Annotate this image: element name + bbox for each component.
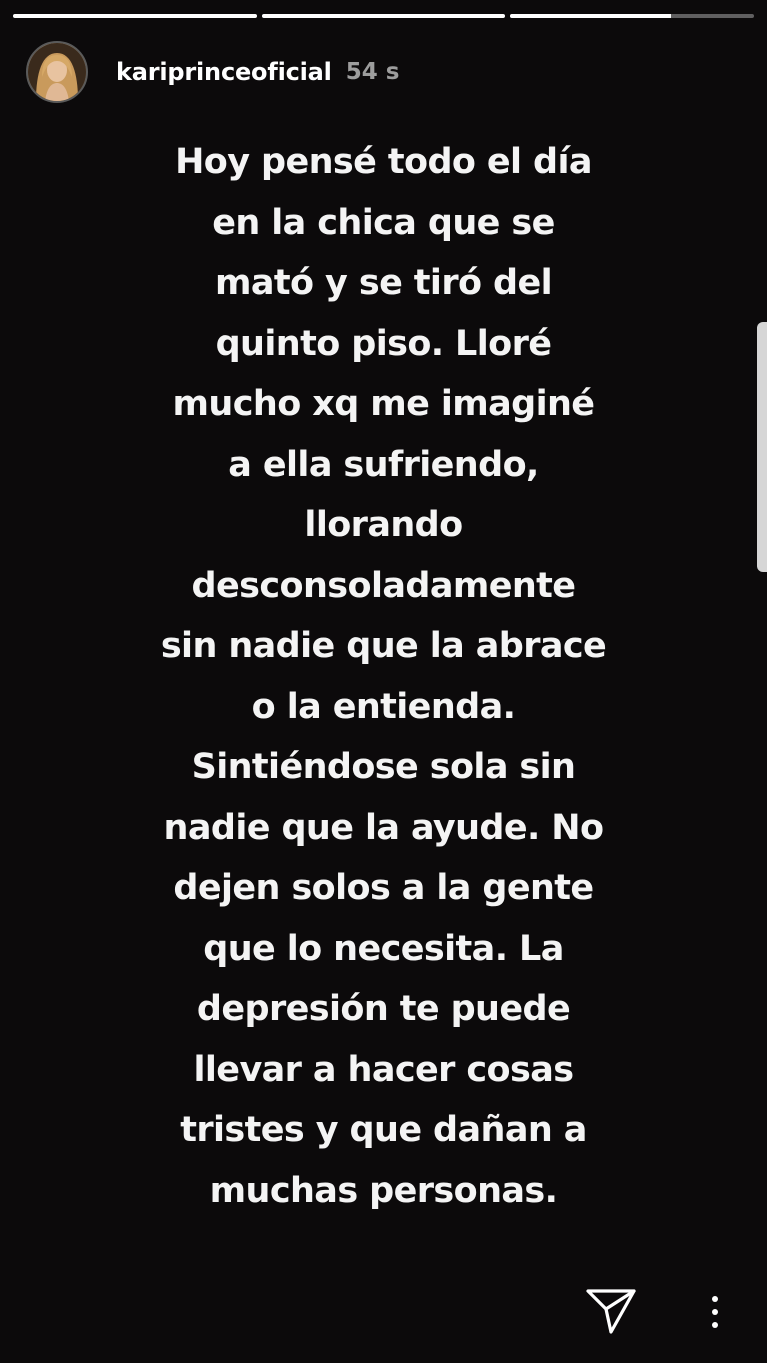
progress-fill-3: [510, 14, 672, 18]
progress-segment-3: [510, 14, 755, 18]
side-panel-handle[interactable]: [757, 322, 767, 572]
more-vertical-icon-dot: [712, 1309, 718, 1315]
send-button[interactable]: [585, 1287, 637, 1335]
progress-fill-1: [13, 14, 257, 18]
story-text: Hoy pensé todo el día en la chica que se…: [160, 142, 607, 1211]
progress-segment-1: [13, 14, 257, 18]
story-header: kariprinceoficial 54 s: [26, 40, 399, 104]
paper-plane-icon: [586, 1289, 636, 1334]
username[interactable]: kariprinceoficial: [116, 58, 332, 86]
progress-fill-2: [261, 14, 506, 18]
more-vertical-icon-dot: [712, 1322, 718, 1328]
story-timestamp: 54 s: [345, 59, 400, 85]
avatar-image: [28, 43, 86, 101]
avatar[interactable]: [26, 41, 88, 103]
more-vertical-icon: [712, 1296, 718, 1302]
story-progress-bar: [13, 14, 755, 20]
more-options-button[interactable]: [700, 1290, 730, 1334]
progress-segment-2: [261, 14, 506, 18]
